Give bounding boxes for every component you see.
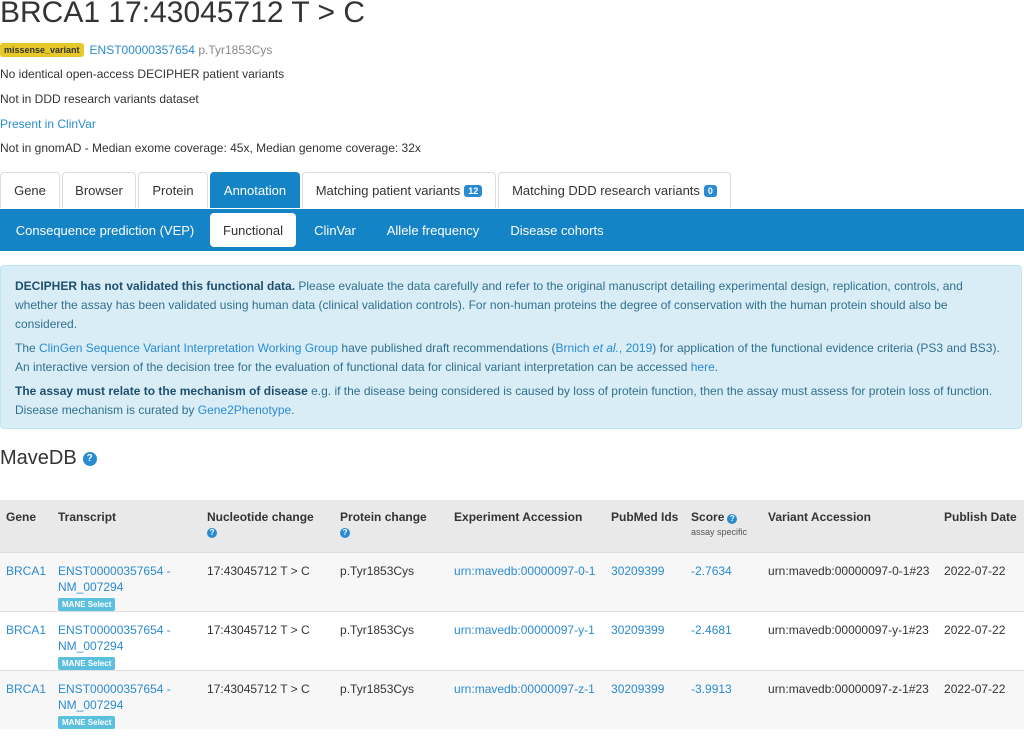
subtab-disease-cohorts[interactable]: Disease cohorts xyxy=(500,213,614,247)
subtab-clinvar[interactable]: ClinVar xyxy=(304,213,366,247)
variant-accession: urn:mavedb:00000097-0-1#23 xyxy=(762,551,939,611)
subtab-vep[interactable]: Consequence prediction (VEP) xyxy=(4,213,206,247)
score-link[interactable]: -2.4681 xyxy=(691,623,732,637)
gnomad-status: Not in gnomAD - Median exome coverage: 4… xyxy=(0,141,421,155)
col-protein: Protein change? xyxy=(340,510,427,538)
decision-tree-link[interactable]: here xyxy=(691,360,715,374)
ddd-variants-count: 0 xyxy=(703,184,717,197)
mavedb-help-icon[interactable]: ? xyxy=(82,451,97,466)
variant-accession: urn:mavedb:00000097-z-1#23 xyxy=(762,669,939,729)
nucleotide-change: 17:43045712 T > C xyxy=(201,610,335,670)
nucleotide-help-icon[interactable]: ? xyxy=(207,527,218,538)
annotation-subnav: Consequence prediction (VEP) Functional … xyxy=(0,209,1024,251)
publish-date: 2022-07-22 xyxy=(938,551,1024,611)
tab-browser[interactable]: Browser xyxy=(62,172,136,208)
consequence-badge: missense_variant xyxy=(0,43,84,57)
pubmed-link[interactable]: 30209399 xyxy=(611,623,664,637)
col-score: Score? assay specific xyxy=(691,510,748,537)
subtab-functional[interactable]: Functional xyxy=(210,213,296,247)
table-row: BRCA1 ENST00000357654 - NM_007294 MANE Se… xyxy=(0,610,1024,670)
clinvar-link[interactable]: Present in ClinVar xyxy=(0,117,96,131)
brnich-link[interactable]: Brnich et al., 2019 xyxy=(556,341,653,355)
tab-annotation[interactable]: Annotation xyxy=(210,172,300,208)
ddd-status: Not in DDD research variants dataset xyxy=(0,92,199,106)
mane-select-badge: MANE Select xyxy=(58,597,116,611)
nucleotide-change: 17:43045712 T > C xyxy=(201,669,335,729)
transcript-link[interactable]: ENST00000357654 - NM_007294 xyxy=(58,623,171,653)
gene-link[interactable]: BRCA1 xyxy=(6,564,46,578)
col-nucleotide: Nucleotide change? xyxy=(207,510,314,538)
protein-change: p.Tyr1853Cys xyxy=(334,610,449,670)
mavedb-heading: MaveDB ? xyxy=(0,447,97,470)
tab-protein[interactable]: Protein xyxy=(138,172,208,208)
col-variant: Variant Accession xyxy=(768,510,871,524)
nucleotide-change: 17:43045712 T > C xyxy=(201,551,335,611)
col-pubmed: PubMed Ids xyxy=(611,510,679,524)
gene-link[interactable]: BRCA1 xyxy=(6,682,46,696)
tab-matching-ddd-variants[interactable]: Matching DDD research variants 0 xyxy=(498,172,731,208)
table-row: BRCA1 ENST00000357654 - NM_007294 MANE Se… xyxy=(0,669,1024,729)
transcript-link[interactable]: ENST00000357654 - NM_007294 xyxy=(58,682,171,712)
tab-matching-patient-variants[interactable]: Matching patient variants 12 xyxy=(302,172,496,208)
experiment-link[interactable]: urn:mavedb:00000097-z-1 xyxy=(454,682,595,696)
variant-summary: missense_variant ENST00000357654 p.Tyr18… xyxy=(0,42,272,58)
protein-help-icon[interactable]: ? xyxy=(340,527,351,538)
page-title: BRCA1 17:43045712 T > C xyxy=(0,0,365,29)
score-help-icon[interactable]: ? xyxy=(727,513,738,524)
col-gene: Gene xyxy=(6,510,37,524)
tab-gene[interactable]: Gene xyxy=(0,172,60,208)
transcript-link[interactable]: ENST00000357654 xyxy=(90,43,195,57)
publish-date: 2022-07-22 xyxy=(938,669,1024,729)
col-transcript: Transcript xyxy=(58,510,117,524)
gene2phenotype-link[interactable]: Gene2Phenotype xyxy=(198,403,291,417)
pubmed-link[interactable]: 30209399 xyxy=(611,682,664,696)
col-publish: Publish Date xyxy=(944,510,1017,524)
transcript-link[interactable]: ENST00000357654 - NM_007294 xyxy=(58,564,171,594)
variant-accession: urn:mavedb:00000097-y-1#23 xyxy=(762,610,939,670)
col-experiment: Experiment Accession xyxy=(454,510,583,524)
patient-variants-count: 12 xyxy=(464,184,483,197)
protein-change: p.Tyr1853Cys xyxy=(334,551,449,611)
gene-link[interactable]: BRCA1 xyxy=(6,623,46,637)
protein-change: p.Tyr1853Cys xyxy=(198,43,273,57)
pubmed-link[interactable]: 30209399 xyxy=(611,564,664,578)
warning-paragraph-2: The ClinGen Sequence Variant Interpretat… xyxy=(15,341,1000,374)
subtab-allele-frequency[interactable]: Allele frequency xyxy=(376,213,490,247)
table-row: BRCA1 ENST00000357654 - NM_007294 MANE Se… xyxy=(0,551,1024,611)
experiment-link[interactable]: urn:mavedb:00000097-0-1 xyxy=(454,564,595,578)
main-tabs: Gene Browser Protein Annotation Matching… xyxy=(0,172,1024,209)
publish-date: 2022-07-22 xyxy=(938,610,1024,670)
mavedb-table: Gene Transcript Nucleotide change? Prote… xyxy=(0,500,1024,729)
warning-paragraph-1: DECIPHER has not validated this function… xyxy=(15,279,963,331)
mane-select-badge: MANE Select xyxy=(58,656,116,670)
score-link[interactable]: -2.7634 xyxy=(691,564,732,578)
score-link[interactable]: -3.9913 xyxy=(691,682,732,696)
experiment-link[interactable]: urn:mavedb:00000097-y-1 xyxy=(454,623,595,637)
protein-change: p.Tyr1853Cys xyxy=(334,669,449,729)
table-header-row: Gene Transcript Nucleotide change? Prote… xyxy=(0,500,1024,552)
clingen-link[interactable]: ClinGen Sequence Variant Interpretation … xyxy=(39,341,338,355)
warning-paragraph-3: The assay must relate to the mechanism o… xyxy=(15,384,993,417)
mane-select-badge: MANE Select xyxy=(58,715,116,729)
functional-data-warning: DECIPHER has not validated this function… xyxy=(0,265,1022,429)
decipher-status: No identical open-access DECIPHER patien… xyxy=(0,67,285,81)
